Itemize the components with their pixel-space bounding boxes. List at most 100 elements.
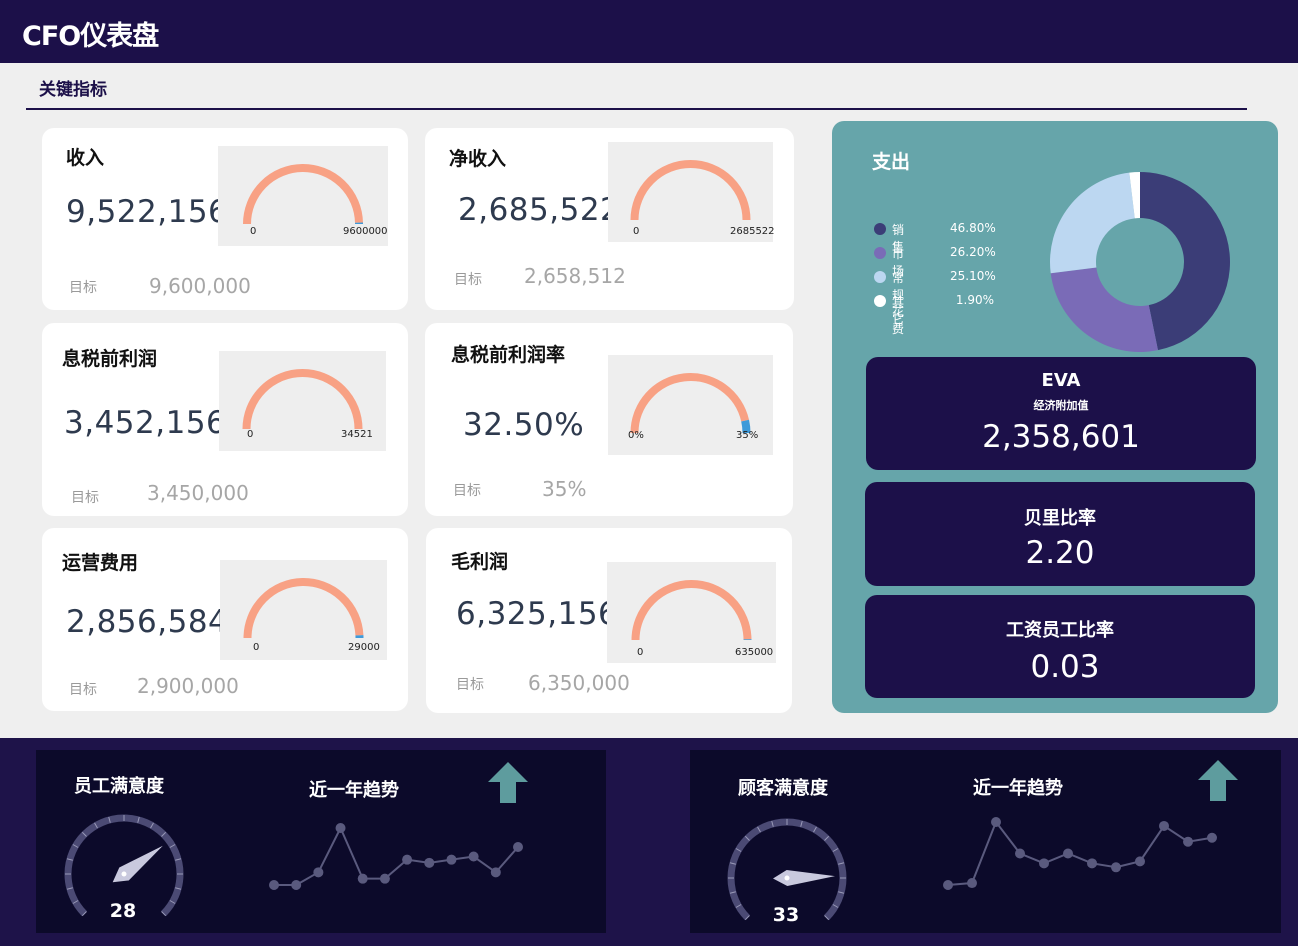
kpi-title: 净收入 (449, 148, 507, 170)
eva-subtitle: 经济附加值 (1033, 399, 1089, 412)
trend-point (1015, 848, 1025, 859)
target-value: 2,900,000 (137, 674, 239, 698)
trend-point (291, 880, 302, 890)
eva-title: EVA (1041, 370, 1081, 391)
trend-point (490, 867, 501, 878)
gauge-max-label: 34521 (341, 429, 373, 440)
legend-label: 其它 (892, 295, 905, 326)
target-value: 2,658,512 (524, 264, 626, 288)
header-bar: CFO仪表盘 (0, 0, 1298, 63)
legend-percent: 1.90% (955, 293, 994, 307)
target-label: 目标 (454, 272, 482, 288)
trend-point (991, 817, 1001, 827)
kpi-card-revenue[interactable]: 收入 9,522,156 目标 9,600,000 0 9600000 (42, 128, 408, 310)
up-arrow-icon (488, 762, 528, 803)
donut-slice (1050, 172, 1135, 274)
customer-satisfaction-panel: 顾客满意度 近一年趋势 33 (690, 750, 1281, 933)
gauge-min-label: 0 (250, 226, 257, 237)
trend-point (402, 854, 413, 865)
gauge-ebit-margin: 0% 35% (608, 355, 773, 455)
kpi-card-net-income[interactable]: 净收入 2,685,522 目标 2,658,512 0 2685522 (425, 128, 794, 310)
kpi-value: 6,325,156 (456, 596, 619, 632)
kpi-value: 32.50% (463, 407, 585, 443)
trend-point (1063, 848, 1073, 859)
dial-needle (112, 845, 163, 883)
kpi-value: 2,856,584 (66, 604, 229, 640)
kpi-title: 收入 (66, 147, 105, 169)
kpi-card-opex[interactable]: 运营费用 2,856,584 目标 2,900,000 0 29000 (42, 528, 408, 711)
gauge-max-label: 9600000 (343, 226, 388, 237)
dial-hub (121, 871, 127, 877)
trend-point (269, 880, 279, 890)
trend-point (1159, 820, 1169, 831)
trend-point (379, 873, 390, 884)
gauge-max-label: 35% (736, 430, 759, 441)
trend-line (947, 819, 1213, 886)
trend-point (1111, 862, 1121, 873)
employee-satisfaction-value: 28 (109, 900, 137, 922)
gauge-progress-arc (242, 369, 363, 430)
berry-ratio-value: 2.20 (1025, 535, 1095, 571)
gauge-min-label: 0 (633, 226, 640, 237)
customer-satisfaction-title: 顾客满意度 (738, 778, 828, 799)
target-label: 目标 (69, 280, 97, 296)
kpi-value: 2,685,522 (458, 192, 621, 228)
customer-trend-chart (943, 817, 1217, 890)
kpi-value: 9,522,156 (66, 194, 229, 230)
kpi-value: 3,452,156 (64, 405, 227, 441)
employee-satisfaction-panel: 员工满意度 近一年趋势 28 (36, 750, 606, 933)
trend-point (1135, 856, 1145, 867)
trend-point (1039, 858, 1049, 869)
trend-point (1087, 858, 1097, 869)
employee-trend-chart (269, 823, 523, 890)
expense-panel: 支出 销售 46.80% 市场 26.20% 常规花费 25.10% 其它 1.… (832, 121, 1278, 713)
gauge-min-label: 0 (637, 647, 644, 658)
target-label: 目标 (453, 483, 481, 499)
target-label: 目标 (456, 677, 484, 693)
dial-hub (784, 875, 790, 881)
gauge-max-label: 635000 (735, 647, 774, 658)
kpi-card-ebit[interactable]: 息税前利润 3,452,156 目标 3,450,000 0 34521 (42, 323, 408, 516)
legend-dot (874, 295, 886, 307)
gauge-progress-arc (630, 373, 750, 434)
trend-point (424, 857, 435, 868)
customer-satisfaction-value: 33 (772, 904, 800, 926)
gauge-progress-arc (631, 580, 752, 641)
legend-percent: 46.80% (950, 221, 996, 235)
gauge-min-label: 0 (253, 642, 260, 653)
trend-point (446, 854, 457, 865)
trend-point (1183, 836, 1193, 847)
trend-point (468, 851, 479, 862)
legend-dot (874, 271, 886, 283)
salary-ratio-card: 工资员工比率 0.03 (865, 595, 1255, 698)
gauge-progress-arc (243, 164, 363, 225)
trend-point (335, 823, 346, 833)
gauge-ebit: 0 34521 (219, 351, 386, 451)
trend-line (274, 825, 519, 886)
trend-point (967, 878, 977, 889)
gauge-opex: 0 29000 (220, 560, 387, 660)
gauge-max-label: 2685522 (730, 226, 775, 237)
gauge-min-label: 0% (628, 430, 644, 441)
legend-percent: 26.20% (950, 245, 996, 259)
gauge-progress-arc (630, 160, 751, 221)
kpi-card-ebit-margin[interactable]: 息税前利润率 32.50% 目标 35% 0% 35% (425, 323, 793, 516)
kpi-card-gross-profit[interactable]: 毛利润 6,325,156 目标 6,350,000 0 635000 (426, 528, 792, 713)
salary-ratio-title: 工资员工比率 (1006, 620, 1114, 641)
target-value: 3,450,000 (147, 481, 249, 505)
expense-title: 支出 (872, 151, 911, 173)
target-label: 目标 (69, 682, 97, 698)
target-label: 目标 (71, 490, 99, 506)
legend-dot (874, 223, 886, 235)
berry-ratio-card: 贝里比率 2.20 (865, 482, 1255, 586)
eva-card: EVA 经济附加值 2,358,601 (866, 357, 1256, 470)
trend-point (1207, 832, 1217, 843)
legend-dot (874, 247, 886, 259)
gauge-gross-profit: 0 635000 (607, 562, 776, 663)
gauge-revenue: 0 9600000 (218, 146, 388, 246)
salary-ratio-value: 0.03 (1030, 649, 1100, 685)
dial-needle (773, 870, 835, 886)
employee-trend-title: 近一年趋势 (309, 780, 399, 801)
section-divider (26, 108, 1247, 110)
customer-trend-title: 近一年趋势 (973, 778, 1063, 799)
